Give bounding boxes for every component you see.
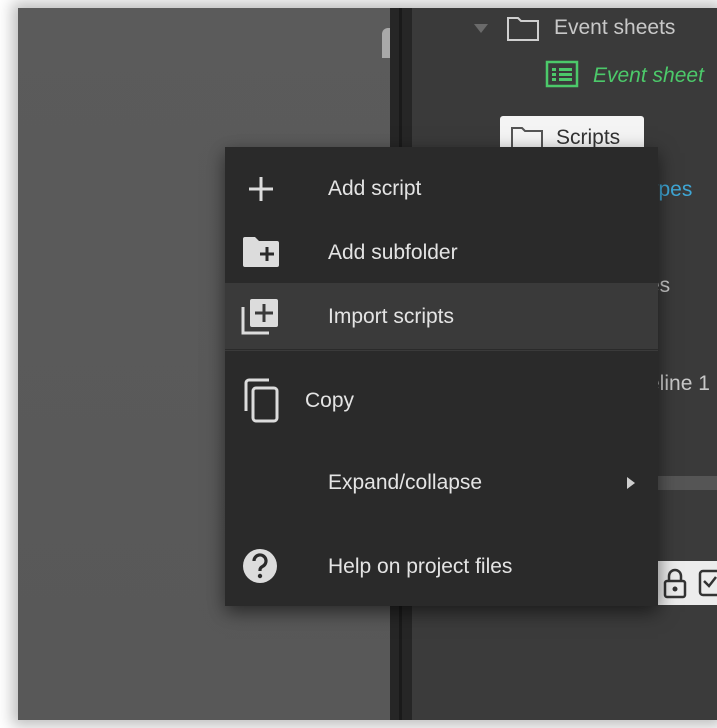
copy-icon xyxy=(244,378,279,423)
library-add-icon xyxy=(241,299,278,335)
menu-label-add-subfolder: Add subfolder xyxy=(328,241,458,264)
plus-icon xyxy=(249,177,273,201)
menu-item-copy[interactable]: Copy xyxy=(225,361,658,443)
menu-item-add-subfolder[interactable]: Add subfolder xyxy=(225,221,658,283)
menu-item-help[interactable]: Help on project files xyxy=(225,527,658,597)
menu-label-help: Help on project files xyxy=(328,555,513,578)
help-circle-icon xyxy=(243,549,277,583)
expand-arrow-icon[interactable] xyxy=(474,24,488,33)
app-window: Event sheets Event sheet Scripts ypes es… xyxy=(18,8,717,720)
tree-item-event-sheets[interactable]: Event sheets xyxy=(554,16,675,40)
menu-label-import-scripts: Import scripts xyxy=(328,305,455,328)
menu-item-add-script[interactable]: Add script xyxy=(225,157,658,221)
menu-label-copy: Copy xyxy=(305,389,355,412)
menu-item-expand-collapse[interactable]: Expand/collapse xyxy=(225,443,658,523)
lock-icon[interactable] xyxy=(662,567,688,599)
event-sheet-icon xyxy=(545,60,579,88)
tree-item-event-sheet[interactable]: Event sheet xyxy=(593,64,704,88)
checkbox-icon[interactable] xyxy=(698,569,717,597)
menu-label-expand-collapse: Expand/collapse xyxy=(328,471,483,494)
menu-separator xyxy=(225,350,658,351)
chevron-right-icon xyxy=(627,477,635,489)
menu-label-add-script: Add script xyxy=(328,177,422,200)
folder-plus-icon xyxy=(243,237,279,267)
layout-view-corner xyxy=(382,28,390,58)
menu-item-import-scripts[interactable]: Import scripts xyxy=(225,283,658,349)
context-menu: Add script Add subfolder Import scripts xyxy=(225,147,658,606)
folder-icon xyxy=(507,17,539,41)
